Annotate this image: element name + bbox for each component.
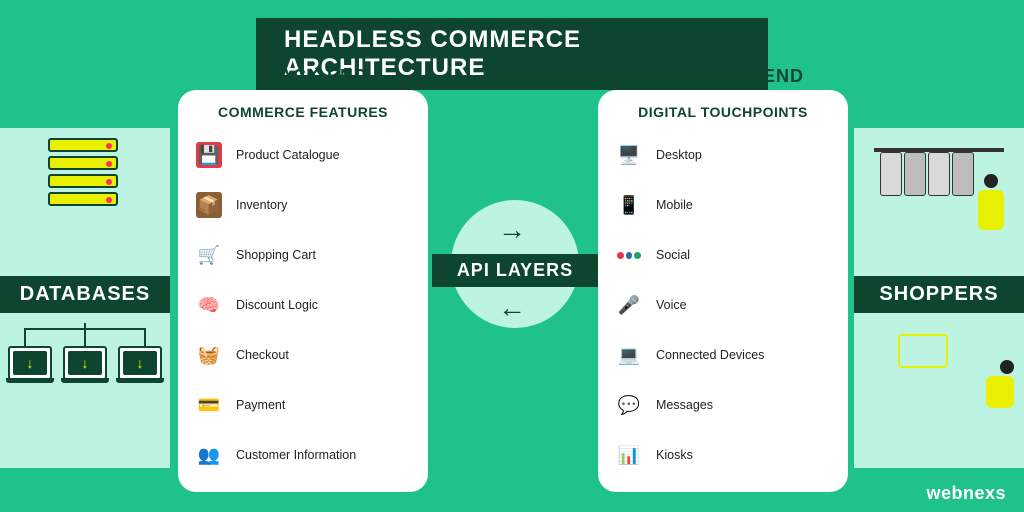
touchpoint-social: Social: [616, 230, 830, 280]
server-icon: [48, 138, 118, 228]
touchpoint-desktop: 🖥️ Desktop: [616, 130, 830, 180]
section-label-frontend: FRONT END: [690, 66, 804, 87]
inventory-icon: 📦: [196, 192, 222, 218]
catalogue-icon: 💾: [196, 142, 222, 168]
api-layers-label: API LAYERS: [432, 254, 598, 287]
laptops-icon: [8, 346, 162, 394]
frontend-heading: DIGITAL TOUCHPOINTS: [616, 104, 830, 120]
shopper-cart-icon: [894, 328, 1014, 408]
customer-icon: 👥: [196, 442, 222, 468]
feature-inventory: 📦 Inventory: [196, 180, 410, 230]
feature-payment: 💳 Payment: [196, 380, 410, 430]
backend-heading: COMMERCE FEATURES: [196, 104, 410, 120]
cart-icon: 🛒: [196, 242, 222, 268]
backend-card: COMMERCE FEATURES 💾 Product Catalogue 📦 …: [178, 90, 428, 492]
section-label-backend: BACK END: [265, 66, 368, 87]
frontend-card: DIGITAL TOUCHPOINTS 🖥️ Desktop 📱 Mobile …: [598, 90, 848, 492]
kiosks-icon: 📊: [616, 442, 642, 468]
touchpoint-label: Mobile: [656, 198, 693, 212]
arrow-right-icon: →: [498, 214, 526, 246]
feature-product-catalogue: 💾 Product Catalogue: [196, 130, 410, 180]
feature-discount-logic: 🧠 Discount Logic: [196, 280, 410, 330]
feature-shopping-cart: 🛒 Shopping Cart: [196, 230, 410, 280]
touchpoint-connected-devices: 💻 Connected Devices: [616, 330, 830, 380]
databases-label: DATABASES: [0, 276, 170, 313]
touchpoint-kiosks: 📊 Kiosks: [616, 430, 830, 480]
brand-logo: webnexs: [926, 483, 1006, 504]
feature-label: Product Catalogue: [236, 148, 340, 162]
touchpoint-mobile: 📱 Mobile: [616, 180, 830, 230]
feature-label: Discount Logic: [236, 298, 318, 312]
shopper-standing-icon: [974, 174, 1008, 244]
discount-icon: 🧠: [196, 292, 222, 318]
feature-label: Inventory: [236, 198, 287, 212]
arrow-left-icon: ←: [498, 292, 526, 324]
feature-label: Shopping Cart: [236, 248, 316, 262]
feature-label: Checkout: [236, 348, 289, 362]
touchpoint-label: Kiosks: [656, 448, 693, 462]
voice-icon: 🎤: [616, 292, 642, 318]
payment-icon: 💳: [196, 392, 222, 418]
feature-label: Payment: [236, 398, 285, 412]
feature-customer-information: 👥 Customer Information: [196, 430, 410, 480]
social-icon: [616, 242, 642, 268]
touchpoint-label: Messages: [656, 398, 713, 412]
touchpoint-label: Voice: [656, 298, 687, 312]
touchpoint-label: Desktop: [656, 148, 702, 162]
feature-label: Customer Information: [236, 448, 356, 462]
shoppers-label: SHOPPERS: [854, 276, 1024, 313]
touchpoint-voice: 🎤 Voice: [616, 280, 830, 330]
touchpoint-label: Connected Devices: [656, 348, 764, 362]
feature-checkout: 🧺 Checkout: [196, 330, 410, 380]
touchpoint-label: Social: [656, 248, 690, 262]
desktop-icon: 🖥️: [616, 142, 642, 168]
touchpoint-messages: 💬 Messages: [616, 380, 830, 430]
connected-devices-icon: 💻: [616, 342, 642, 368]
mobile-icon: 📱: [616, 192, 642, 218]
messages-icon: 💬: [616, 392, 642, 418]
checkout-icon: 🧺: [196, 342, 222, 368]
